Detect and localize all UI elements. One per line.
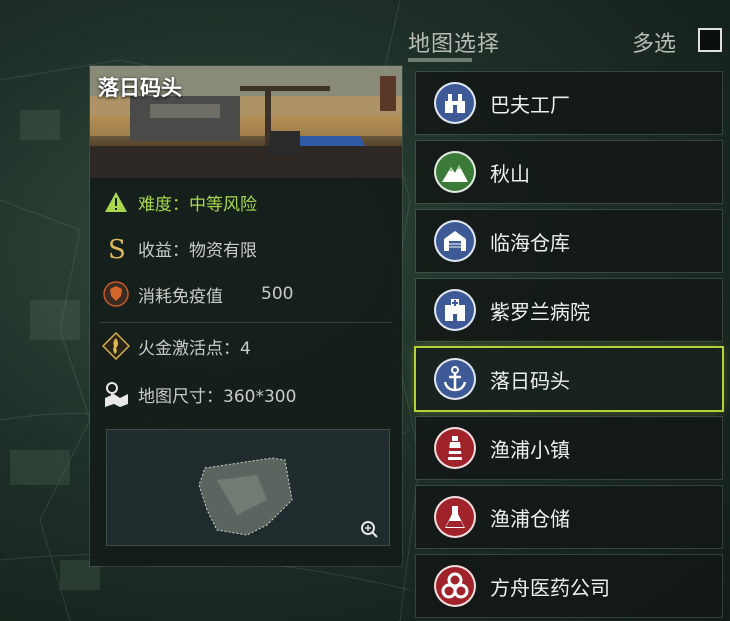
warning-icon: [102, 188, 130, 216]
map-detail-title: 落日码头: [98, 76, 182, 100]
hospital-icon: [434, 289, 476, 331]
warehouse-icon: [434, 220, 476, 262]
map-preview-image: 落日码头: [90, 66, 402, 178]
reward-text: 收益：物资有限: [138, 240, 257, 261]
flask-icon: [434, 496, 476, 538]
map-detail-panel: 落日码头 难度：中等风险 S 收益：物资有限 消耗免疫值 500 火金激活点：4…: [90, 66, 402, 566]
map-item-label: 方舟医药公司: [490, 575, 610, 600]
map-item-violet-hospital[interactable]: 紫罗兰病院: [416, 279, 722, 341]
immunity-icon: [102, 280, 130, 308]
map-item-ark-pharma[interactable]: 方舟医药公司: [416, 555, 722, 617]
map-item-label: 渔浦小镇: [490, 437, 570, 462]
map-select-header: 地图选择 多选: [408, 22, 726, 62]
map-item-sunset-dock[interactable]: 落日码头: [416, 348, 722, 410]
map-size-row: 地图尺寸：360*300: [102, 380, 296, 408]
lighthouse-icon: [434, 427, 476, 469]
factory-icon: [434, 82, 476, 124]
difficulty-text: 难度：中等风险: [138, 194, 257, 215]
fire-gold-icon: [102, 332, 130, 360]
map-item-label: 渔浦仓储: [490, 506, 570, 531]
anchor-icon: [434, 358, 476, 400]
map-item-label: 临海仓库: [490, 230, 570, 255]
mountain-icon: [434, 151, 476, 193]
biohazard-icon: [434, 565, 476, 607]
minimap[interactable]: [106, 429, 390, 546]
map-item-label: 秋山: [490, 161, 530, 186]
map-item-fishing-storage[interactable]: 渔浦仓储: [416, 486, 722, 548]
map-item-label: 紫罗兰病院: [490, 299, 590, 324]
map-item-label: 巴夫工厂: [490, 92, 570, 117]
cost-value: 500: [261, 284, 294, 304]
map-item-label: 落日码头: [490, 368, 570, 393]
title-underline: [408, 58, 472, 62]
reward-row: S 收益：物资有限: [102, 234, 257, 262]
detail-divider: [100, 322, 392, 323]
zoom-in-icon[interactable]: [359, 519, 379, 539]
multi-select-checkbox[interactable]: [698, 28, 722, 52]
map-size-text: 地图尺寸：360*300: [138, 386, 297, 407]
cost-row: 消耗免疫值 500: [102, 280, 293, 308]
map-location-icon: [102, 380, 130, 408]
svg-text:S: S: [108, 235, 126, 262]
cost-label: 消耗免疫值: [138, 286, 223, 307]
map-item-coastal-warehouse[interactable]: 临海仓库: [416, 210, 722, 272]
activation-row: 火金激活点：4: [102, 332, 251, 360]
multi-select-label: 多选: [632, 32, 677, 57]
map-item-factory[interactable]: 巴夫工厂: [416, 72, 722, 134]
map-select-title: 地图选择: [408, 32, 501, 57]
map-item-fishing-town[interactable]: 渔浦小镇: [416, 417, 722, 479]
reward-icon: S: [102, 234, 130, 262]
activation-text: 火金激活点：4: [138, 338, 251, 359]
map-item-autumn-mountain[interactable]: 秋山: [416, 141, 722, 203]
difficulty-row: 难度：中等风险: [102, 188, 257, 216]
